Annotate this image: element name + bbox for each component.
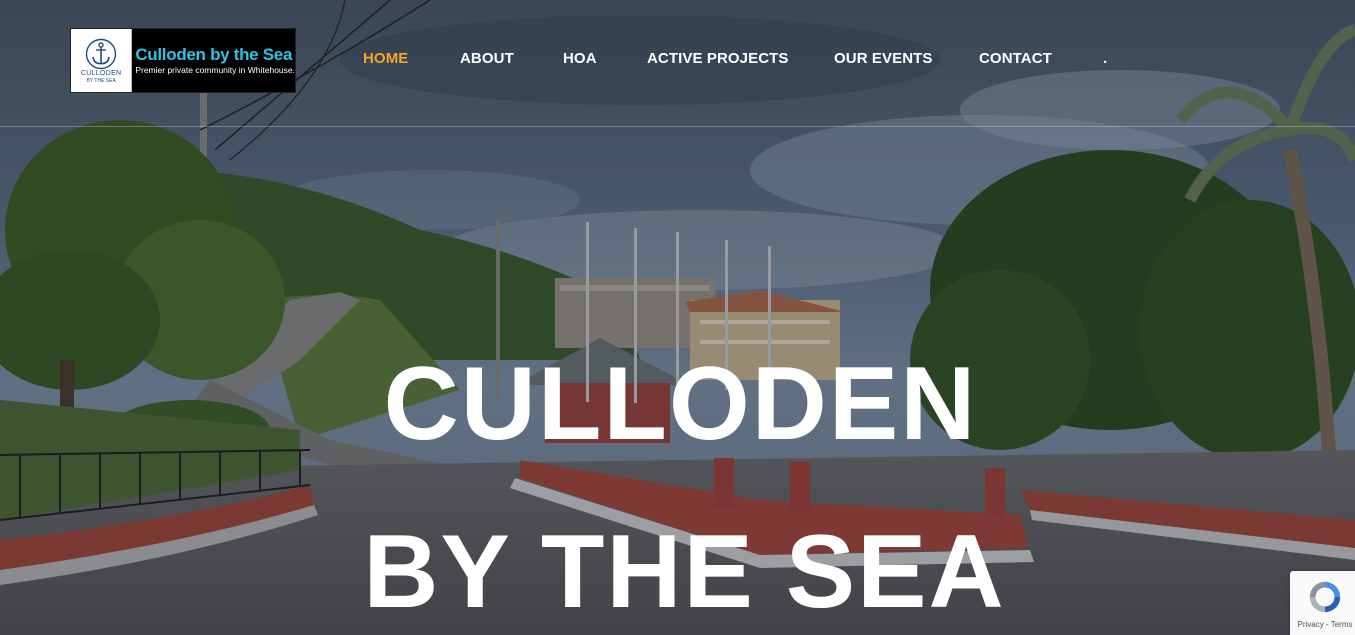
recaptcha-terms-link[interactable]: Terms [1331, 620, 1353, 629]
site-header: CULLODEN BY THE SEA Culloden by the Sea … [0, 0, 1355, 127]
recaptcha-icon [1309, 581, 1341, 613]
logo-mark-text: CULLODEN [80, 69, 122, 77]
logo-mark-subtext: BY THE SEA [86, 77, 116, 84]
nav-item-contact[interactable]: CONTACT [979, 50, 1052, 67]
recaptcha-badge[interactable]: Privacy - Terms [1290, 571, 1355, 635]
hero-title-line-2: BY THE SEA [363, 514, 1006, 630]
nav-item-dot[interactable]: . [1103, 50, 1107, 67]
anchor-icon [85, 38, 117, 69]
recaptcha-privacy-link[interactable]: Privacy [1298, 620, 1324, 629]
nav-item-our-events[interactable]: OUR EVENTS [834, 50, 933, 67]
anchor-logo-mark: CULLODEN BY THE SEA [71, 29, 133, 92]
hero-section: CULLODEN BY THE SEA Culloden by the Sea … [0, 0, 1355, 635]
hero-title-line-1: CULLODEN [383, 346, 978, 462]
recaptcha-separator: - [1323, 620, 1331, 629]
logo-tagline: Premier private community in Whitehouse. [135, 65, 295, 75]
site-logo[interactable]: CULLODEN BY THE SEA Culloden by the Sea … [70, 28, 296, 93]
nav-item-home[interactable]: HOME [363, 50, 408, 67]
nav-item-active-projects[interactable]: ACTIVE PROJECTS [647, 50, 789, 67]
logo-name: Culloden by the Sea [135, 45, 293, 64]
recaptcha-links: Privacy - Terms [1298, 620, 1353, 629]
nav-item-about[interactable]: ABOUT [460, 50, 514, 67]
logo-text-block: Culloden by the Sea Premier private comm… [132, 29, 295, 92]
nav-item-hoa[interactable]: HOA [563, 50, 597, 67]
